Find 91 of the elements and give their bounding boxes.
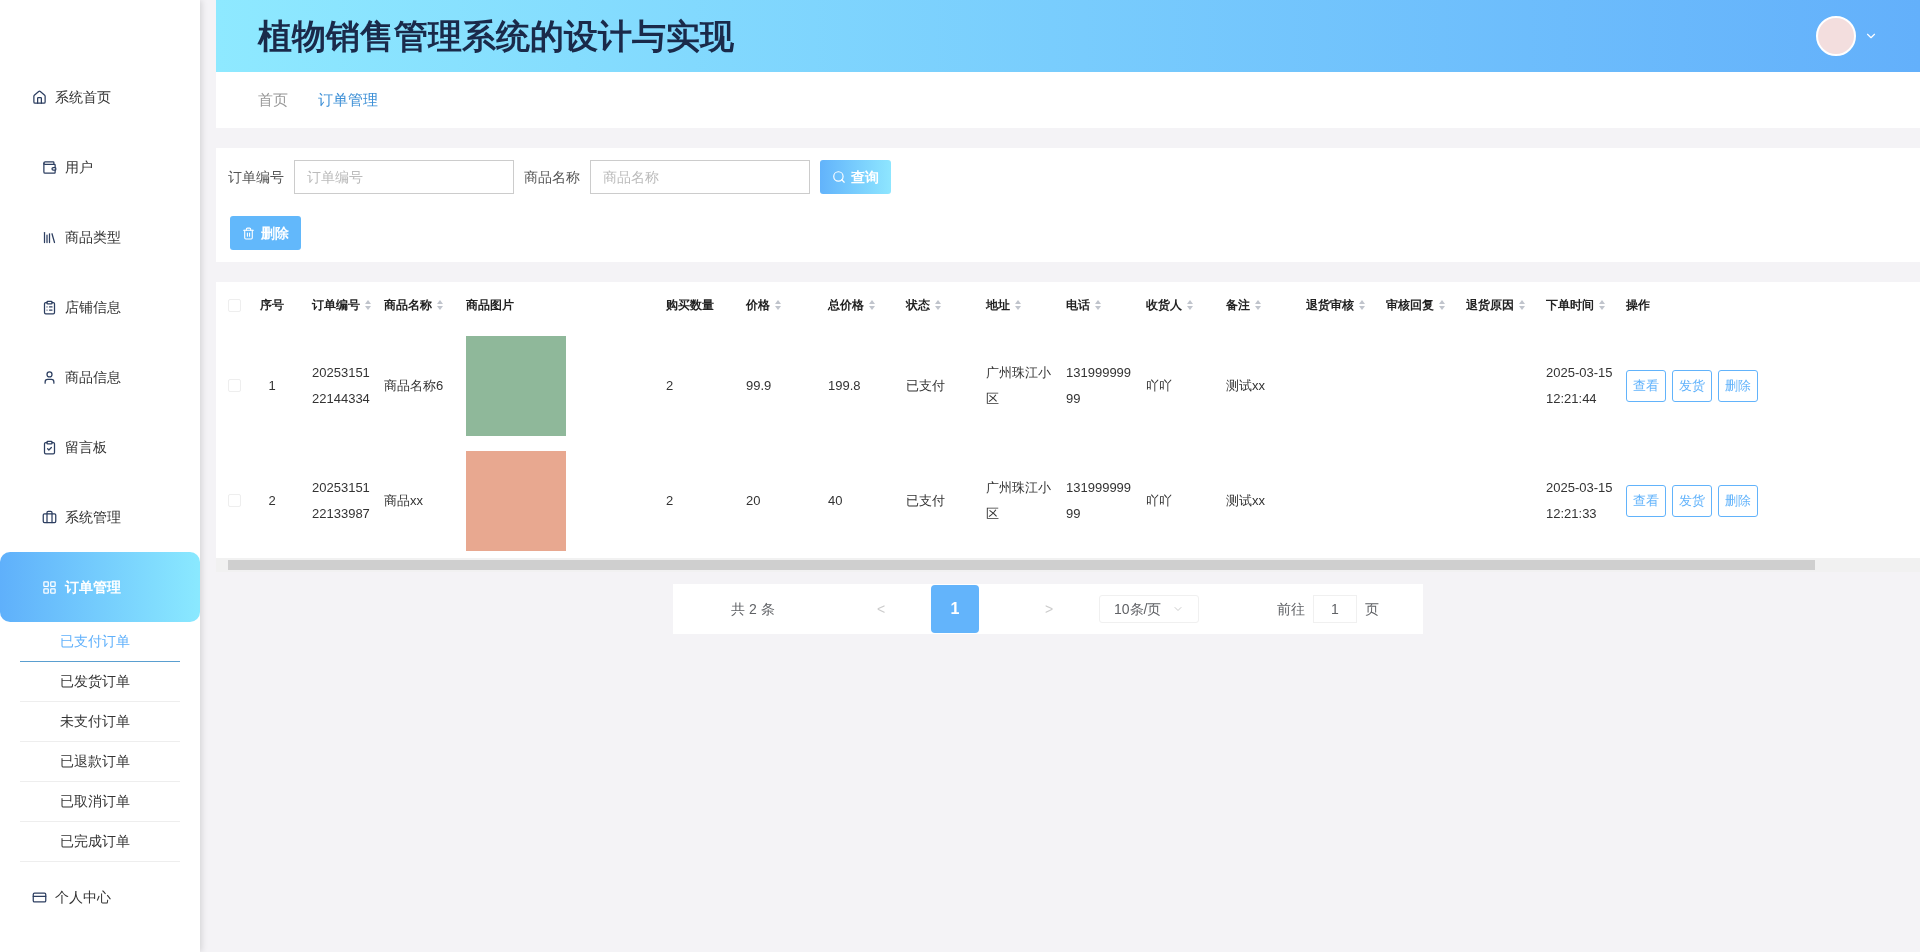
- app-title: 植物销售管理系统的设计与实现: [258, 15, 734, 57]
- user-icon: [42, 369, 57, 385]
- column-header: 收货人: [1146, 297, 1182, 314]
- table-cell: 99.9: [746, 377, 772, 393]
- sort-icon[interactable]: [1014, 299, 1022, 311]
- table-cell: 2025315122133987: [312, 479, 370, 521]
- column-header: 价格: [746, 297, 770, 314]
- goto-suffix: 页: [1365, 599, 1379, 619]
- avatar[interactable]: [1816, 16, 1856, 56]
- sort-icon[interactable]: [1254, 299, 1262, 311]
- column-header: 电话: [1066, 297, 1090, 314]
- submenu-item[interactable]: 已取消订单: [20, 782, 180, 822]
- sort-icon[interactable]: [364, 299, 372, 311]
- total-count: 共 2 条: [731, 599, 776, 619]
- books-icon: [42, 229, 57, 245]
- column-header: 购买数量: [666, 297, 714, 314]
- search-field[interactable]: 订单编号: [294, 160, 514, 194]
- table-cell: 吖吖: [1146, 492, 1172, 508]
- sort-icon[interactable]: [436, 299, 444, 311]
- table-cell: 2025-03-15 12:21:33: [1546, 479, 1613, 521]
- submenu-item[interactable]: 已完成订单: [20, 822, 180, 862]
- grid-icon: [42, 579, 57, 595]
- table-cell: 吖吖: [1146, 377, 1172, 393]
- column-header: 订单编号: [312, 297, 360, 314]
- home-icon: [32, 89, 47, 105]
- table-cell: 商品名称6: [384, 377, 444, 393]
- menu-item[interactable]: 个人中心: [0, 862, 200, 932]
- wallet-icon: [42, 159, 57, 175]
- card-icon: [32, 889, 47, 905]
- column-header: 备注: [1226, 297, 1250, 314]
- column-header: 地址: [986, 297, 1010, 314]
- column-header: 退货原因: [1466, 297, 1514, 314]
- table-cell: 已支付: [906, 377, 945, 393]
- sort-icon[interactable]: [1438, 299, 1446, 311]
- menu-item[interactable]: 商品信息: [0, 342, 200, 412]
- sort-icon[interactable]: [1598, 299, 1606, 311]
- table-cell: 测试xx: [1226, 492, 1265, 508]
- sort-icon[interactable]: [1358, 299, 1366, 311]
- column-header: 商品图片: [466, 297, 514, 314]
- sort-icon[interactable]: [774, 299, 782, 311]
- page-input[interactable]: 1: [1313, 595, 1357, 623]
- table-cell: 2: [268, 492, 276, 508]
- menu-item[interactable]: 留言板: [0, 412, 200, 482]
- breadcrumb-item[interactable]: 订单管理: [318, 88, 378, 112]
- table-cell: 测试xx: [1226, 377, 1265, 393]
- clipboard-check-icon: [42, 439, 57, 455]
- clipboard-icon: [42, 299, 57, 315]
- column-header: 商品名称: [384, 297, 432, 314]
- table-cell: 广州珠江小区: [986, 479, 1051, 521]
- page-size-select[interactable]: 10条/页: [1099, 595, 1199, 623]
- trash-icon: [242, 226, 255, 240]
- submenu-item[interactable]: 已发货订单: [20, 662, 180, 702]
- search-icon: [832, 170, 846, 184]
- table-cell: 2025315122144334: [312, 364, 370, 406]
- table-cell: 199.8: [828, 377, 861, 393]
- sort-icon[interactable]: [1186, 299, 1194, 311]
- column-header: 退货审核: [1306, 297, 1354, 314]
- table-cell: 2: [666, 492, 674, 508]
- sort-icon[interactable]: [1518, 299, 1526, 311]
- column-header: 操作: [1626, 297, 1650, 314]
- table-cell: 13199999999: [1066, 479, 1132, 521]
- menu-item[interactable]: 商品类型: [0, 202, 200, 272]
- column-header: 序号: [260, 297, 284, 314]
- sort-icon[interactable]: [1094, 299, 1102, 311]
- table-cell: 13199999999: [1066, 364, 1132, 406]
- table-cell: 1: [268, 377, 276, 393]
- table-cell: 20: [746, 492, 761, 508]
- field-label: 商品名称: [524, 167, 580, 187]
- sort-icon[interactable]: [868, 299, 876, 311]
- field-label: 订单编号: [228, 167, 284, 187]
- sort-icon[interactable]: [934, 299, 942, 311]
- menu-item[interactable]: 系统首页: [0, 62, 200, 132]
- table-cell: 40: [828, 492, 843, 508]
- search-field[interactable]: 商品名称: [590, 160, 810, 194]
- horizontal-scrollbar[interactable]: [216, 558, 1920, 572]
- submenu-item[interactable]: 未支付订单: [20, 702, 180, 742]
- table-cell: 2025-03-15 12:21:44: [1546, 364, 1613, 406]
- submenu-item[interactable]: 已退款订单: [20, 742, 180, 782]
- menu-item[interactable]: 店铺信息: [0, 272, 200, 342]
- menu-item[interactable]: 系统管理: [0, 482, 200, 552]
- column-header: 审核回复: [1386, 297, 1434, 314]
- table-cell: 商品xx: [384, 492, 423, 508]
- table-cell: 广州珠江小区: [986, 364, 1051, 406]
- column-header: 状态: [906, 297, 930, 314]
- column-header: 总价格: [828, 297, 864, 314]
- menu-item[interactable]: 用户: [0, 132, 200, 202]
- table-cell: 2: [666, 377, 674, 393]
- table-cell: 已支付: [906, 492, 945, 508]
- column-header: 下单时间: [1546, 297, 1594, 314]
- briefcase-icon: [42, 509, 57, 525]
- goto-label: 前往: [1277, 599, 1305, 619]
